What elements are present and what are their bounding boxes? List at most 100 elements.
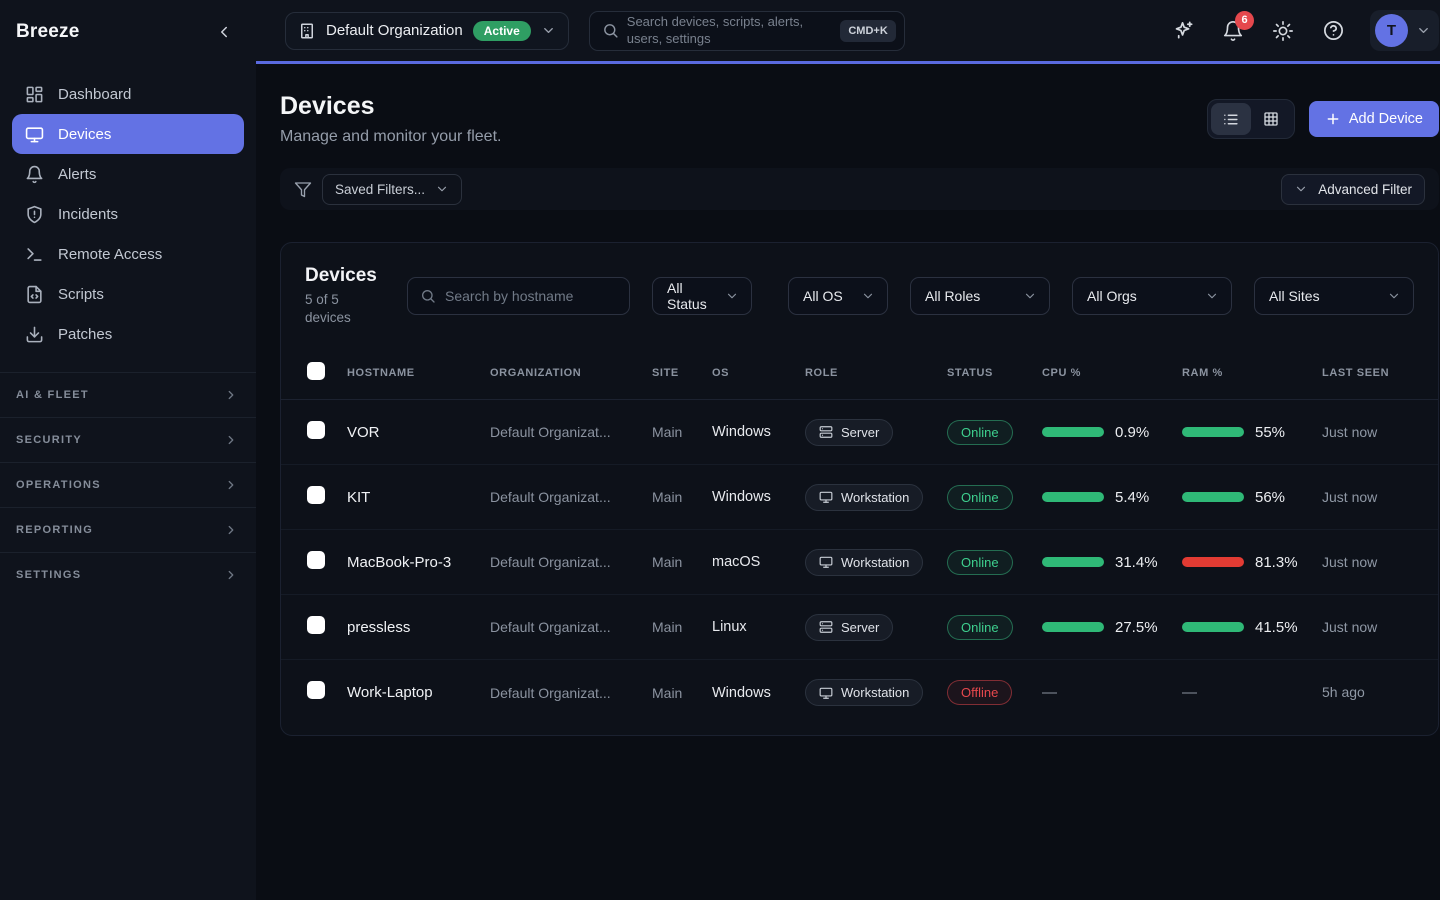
theme-toggle-button[interactable]: [1270, 18, 1296, 44]
panel-title: Devices: [305, 265, 385, 287]
list-view-button[interactable]: [1211, 103, 1251, 135]
column-header-role: Role: [805, 366, 947, 381]
column-header-last-seen: Last Seen: [1322, 366, 1438, 381]
role-label: Server: [841, 425, 879, 440]
ram-metric: 81.3%: [1182, 554, 1322, 571]
ram-bar: [1182, 492, 1244, 502]
brand-logo: Breeze: [16, 21, 80, 43]
status-badge: Offline: [947, 680, 1012, 705]
select-all-checkbox[interactable]: [307, 362, 325, 380]
advanced-filter-button[interactable]: Advanced Filter: [1281, 174, 1425, 205]
add-device-button[interactable]: Add Device: [1309, 101, 1439, 137]
row-checkbox[interactable]: [307, 486, 325, 504]
cpu-bar: [1042, 427, 1104, 437]
orgs-filter-dropdown[interactable]: All Orgs: [1072, 277, 1232, 315]
sidebar-section-ai-fleet[interactable]: AI & FLEET: [0, 372, 256, 417]
chevron-down-icon: [541, 23, 556, 38]
hostname-cell: pressless: [347, 619, 490, 636]
sidebar-item-label: Incidents: [58, 206, 118, 223]
row-checkbox[interactable]: [307, 421, 325, 439]
global-search[interactable]: Search devices, scripts, alerts, users, …: [589, 11, 905, 51]
cpu-metric: 0.9%: [1042, 424, 1182, 441]
hostname-search[interactable]: [407, 277, 630, 315]
table-row[interactable]: pressless Default Organizat... Main Linu…: [281, 595, 1438, 660]
cpu-metric: 27.5%: [1042, 619, 1182, 636]
os-cell: Windows: [712, 685, 805, 701]
ram-value: 81.3%: [1255, 554, 1298, 571]
filter-label: All Roles: [925, 288, 980, 304]
status-badge: Online: [947, 420, 1013, 445]
ai-assistant-button[interactable]: [1170, 18, 1196, 44]
role-badge: Workstation: [805, 549, 923, 576]
last-seen-cell: 5h ago: [1322, 682, 1438, 702]
row-checkbox[interactable]: [307, 616, 325, 634]
table-row[interactable]: VOR Default Organizat... Main Windows Se…: [281, 400, 1438, 465]
column-header-site: Site: [652, 366, 712, 381]
sidebar-section-operations[interactable]: OPERATIONS: [0, 462, 256, 507]
notifications-button[interactable]: 6: [1220, 18, 1246, 44]
site-cell: Main: [652, 619, 712, 635]
shield-alert-icon: [24, 204, 44, 224]
sidebar-collapse-button[interactable]: [210, 18, 238, 46]
column-header-ram: RAM %: [1182, 366, 1322, 381]
sidebar-item-scripts[interactable]: Scripts: [12, 274, 244, 314]
sidebar-section-settings[interactable]: SETTINGS: [0, 552, 256, 597]
sites-filter-dropdown[interactable]: All Sites: [1254, 277, 1414, 315]
saved-filters-dropdown[interactable]: Saved Filters...: [322, 174, 462, 205]
sidebar-item-dashboard[interactable]: Dashboard: [12, 74, 244, 114]
building-icon: [298, 22, 316, 40]
row-checkbox[interactable]: [307, 681, 325, 699]
sidebar-item-label: Dashboard: [58, 86, 131, 103]
ram-metric: 55%: [1182, 424, 1322, 441]
filter-label: All Orgs: [1087, 288, 1137, 304]
cpu-value: 5.4%: [1115, 489, 1149, 506]
table-row[interactable]: MacBook-Pro-3 Default Organizat... Main …: [281, 530, 1438, 595]
content: Devices Manage and monitor your fleet.: [256, 64, 1440, 900]
os-cell: Windows: [712, 424, 805, 440]
sidebar-item-devices[interactable]: Devices: [12, 114, 244, 154]
os-cell: Windows: [712, 489, 805, 505]
sidebar-item-alerts[interactable]: Alerts: [12, 154, 244, 194]
role-label: Server: [841, 620, 879, 635]
os-filter-dropdown[interactable]: All OS: [788, 277, 888, 315]
grid-view-button[interactable]: [1251, 103, 1291, 135]
row-checkbox[interactable]: [307, 551, 325, 569]
sidebar-item-patches[interactable]: Patches: [12, 314, 244, 354]
ram-bar: [1182, 557, 1244, 567]
dashboard-icon: [24, 84, 44, 104]
chevron-down-icon: [435, 182, 449, 196]
hostname-cell: Work-Laptop: [347, 684, 490, 701]
hostname-cell: KIT: [347, 489, 490, 506]
bell-icon: [24, 164, 44, 184]
ram-metric: 56%: [1182, 489, 1322, 506]
sidebar-section-reporting[interactable]: REPORTING: [0, 507, 256, 552]
help-circle-icon: [1322, 19, 1345, 42]
workstation-icon: [819, 555, 833, 569]
column-header-cpu: CPU %: [1042, 366, 1182, 381]
table-row[interactable]: KIT Default Organizat... Main Windows Wo…: [281, 465, 1438, 530]
organization-cell: Default Organizat...: [490, 554, 652, 570]
chevron-down-icon: [1294, 182, 1308, 196]
ram-bar: [1182, 427, 1244, 437]
sidebar-item-remote-access[interactable]: Remote Access: [12, 234, 244, 274]
section-label: OPERATIONS: [16, 479, 101, 491]
monitor-icon: [24, 124, 44, 144]
help-button[interactable]: [1320, 18, 1346, 44]
org-selector[interactable]: Default Organization Active: [285, 12, 569, 50]
cpu-value: 27.5%: [1115, 619, 1158, 636]
sidebar-section-security[interactable]: SECURITY: [0, 417, 256, 462]
status-filter-dropdown[interactable]: All Status: [652, 277, 752, 315]
server-icon: [819, 425, 833, 439]
user-menu[interactable]: T: [1370, 10, 1439, 51]
hostname-search-input[interactable]: [445, 288, 617, 304]
sidebar-item-incidents[interactable]: Incidents: [12, 194, 244, 234]
chevron-right-icon: [224, 568, 238, 582]
sidebar-item-label: Remote Access: [58, 246, 162, 263]
devices-table: Hostname Organization Site OS Role Statu…: [281, 348, 1438, 725]
chevron-right-icon: [224, 433, 238, 447]
workstation-icon: [819, 490, 833, 504]
table-row[interactable]: Work-Laptop Default Organizat... Main Wi…: [281, 660, 1438, 725]
column-header-hostname: Hostname: [347, 366, 490, 381]
roles-filter-dropdown[interactable]: All Roles: [910, 277, 1050, 315]
page-title: Devices: [280, 92, 501, 121]
